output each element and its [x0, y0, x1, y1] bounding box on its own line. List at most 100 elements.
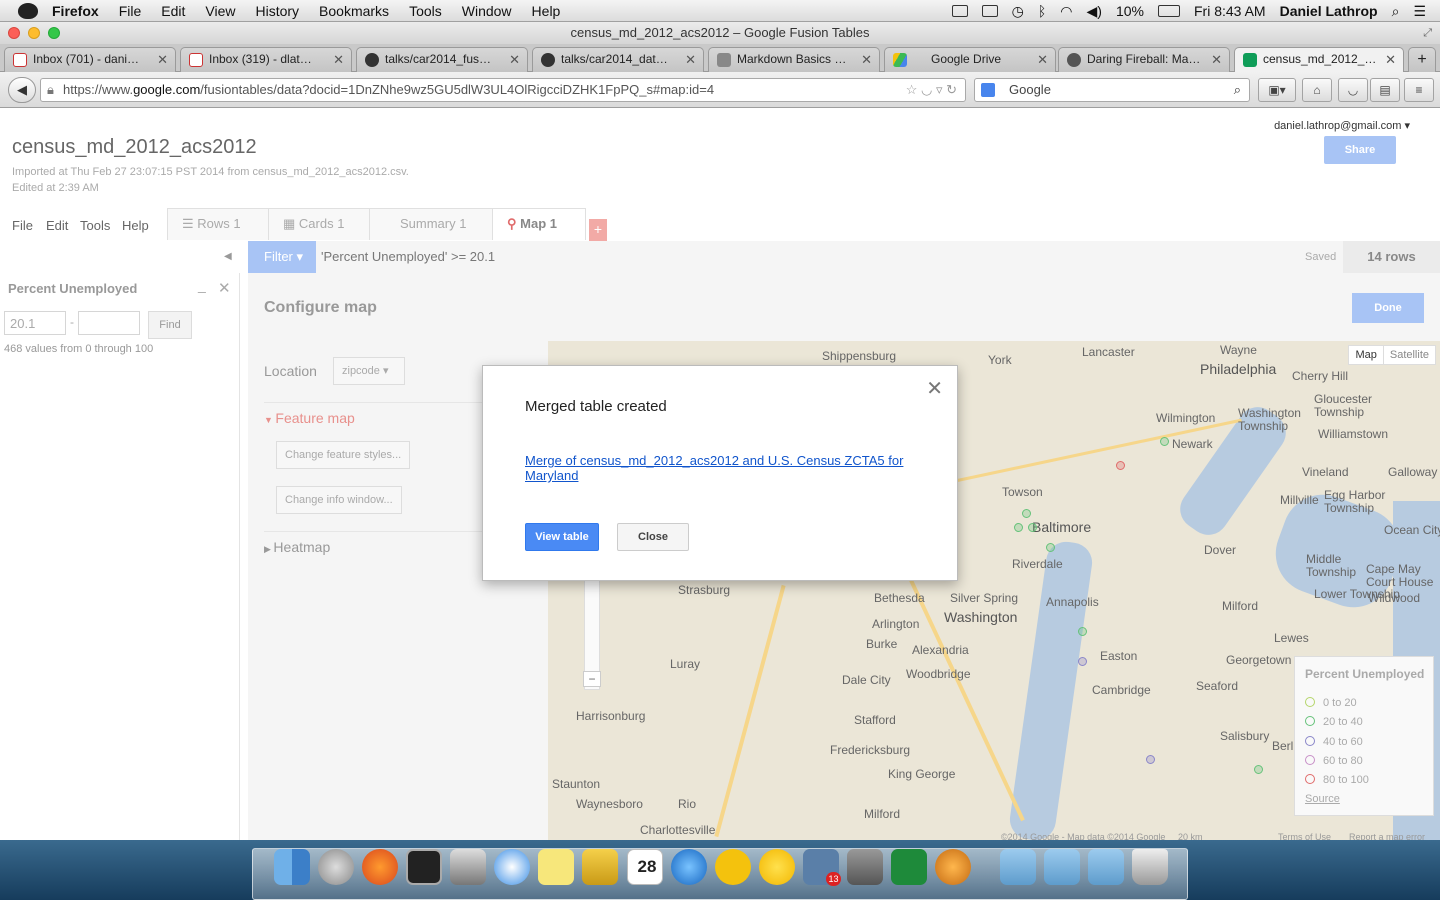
close-icon[interactable]: ✕ [926, 376, 943, 401]
data-point[interactable] [1078, 627, 1087, 636]
add-tab-button[interactable]: + [589, 219, 607, 241]
map-type-map-button[interactable]: Map [1349, 346, 1384, 364]
data-point[interactable] [1022, 509, 1031, 518]
spotlight-icon[interactable]: ⌕ [1392, 3, 1400, 20]
browser-tab-github-2[interactable]: talks/car2014_dat… ✕ [532, 47, 704, 72]
downloads-folder-icon[interactable] [1088, 849, 1124, 885]
minimize-window-icon[interactable] [28, 27, 40, 39]
stickies-icon[interactable] [538, 849, 574, 885]
done-button[interactable]: Done [1352, 293, 1424, 323]
data-point[interactable] [1028, 523, 1037, 532]
bookmarks-menu-icon[interactable]: ▣▾ [1258, 78, 1296, 102]
minimize-icon[interactable]: _ [198, 277, 206, 293]
min-value-input[interactable] [4, 311, 66, 335]
close-button[interactable]: Close [617, 523, 689, 551]
data-point[interactable] [1146, 755, 1155, 764]
tab-cards[interactable]: ▦ Cards 1 [268, 208, 370, 240]
bluetooth-icon[interactable]: ᛒ [1038, 3, 1046, 19]
legend-source-link[interactable]: Source [1305, 793, 1340, 805]
tab-summary[interactable]: Summary 1 [369, 208, 493, 240]
fullscreen-icon[interactable]: ⤢ [1423, 22, 1432, 44]
filter-button[interactable]: Filter ▾ [248, 241, 316, 273]
keychain-icon[interactable] [582, 849, 618, 885]
browser-tab-github-1[interactable]: talks/car2014_fus… ✕ [356, 47, 528, 72]
tab-map[interactable]: ⚲ Map 1 ▾ [492, 208, 586, 261]
report-error-link[interactable]: Report a map error [1349, 832, 1425, 840]
google-search-icon[interactable] [981, 83, 995, 97]
menu-file[interactable]: File [119, 3, 142, 19]
textwrangler-icon[interactable] [715, 849, 751, 885]
battery-percent[interactable]: 10% [1116, 3, 1144, 19]
firefox-icon[interactable] [362, 849, 398, 885]
browser-tab-inbox-1[interactable]: Inbox (701) - dani… ✕ [4, 47, 176, 72]
search-icon[interactable]: ⌕ [1234, 79, 1241, 101]
close-tab-icon[interactable]: ✕ [1385, 48, 1396, 71]
share-button[interactable]: Share [1324, 136, 1396, 164]
app-menu-file[interactable]: File [12, 218, 33, 233]
close-window-icon[interactable] [8, 27, 20, 39]
collapse-panel-icon[interactable]: ◀ [224, 251, 232, 262]
app-store-icon[interactable] [671, 849, 707, 885]
wifi-icon[interactable]: ◠ [1060, 3, 1072, 20]
finder-icon[interactable] [274, 849, 310, 885]
map-type-satellite-button[interactable]: Satellite [1384, 346, 1435, 364]
app-menu-help[interactable]: Help [122, 218, 149, 233]
new-tab-button[interactable]: + [1408, 47, 1436, 72]
close-icon[interactable]: ✕ [218, 279, 231, 297]
cyberduck-icon[interactable] [759, 849, 795, 885]
menu-help[interactable]: Help [532, 3, 561, 19]
back-button[interactable]: ◀ [8, 77, 36, 103]
bookmark-star-icon[interactable]: ☆ ◡ ▿ ↻ [906, 79, 957, 101]
merged-table-link[interactable]: Merge of census_md_2012_acs2012 and U.S.… [525, 453, 915, 483]
url-bar[interactable]: 🔒︎ https://www.google.com/fusiontables/d… [40, 78, 966, 102]
app-menu-edit[interactable]: Edit [46, 218, 68, 233]
zoom-slider[interactable]: − [583, 575, 601, 690]
search-bar[interactable]: Google ⌕ [974, 78, 1250, 102]
browser-tab-inbox-2[interactable]: Inbox (319) - dlat… ✕ [180, 47, 352, 72]
account-menu[interactable]: daniel.lathrop@gmail.com ▾ [1274, 119, 1410, 132]
browser-tab-markdown[interactable]: Markdown Basics … ✕ [708, 47, 880, 72]
apple-icon[interactable] [18, 2, 38, 19]
preview-icon[interactable] [847, 849, 883, 885]
browser-tab-daring-fireball[interactable]: Daring Fireball: Ma… ✕ [1058, 47, 1230, 72]
close-tab-icon[interactable]: ✕ [685, 48, 696, 71]
data-point[interactable] [1046, 543, 1055, 552]
safari-icon[interactable] [494, 849, 530, 885]
clock[interactable]: Fri 8:43 AM [1194, 3, 1266, 19]
data-point[interactable] [1078, 657, 1087, 666]
change-info-window-button[interactable]: Change info window... [276, 486, 402, 514]
find-button[interactable]: Find [148, 311, 192, 339]
menu-app[interactable]: Firefox [52, 3, 99, 19]
trash-icon[interactable] [1132, 849, 1168, 885]
zoom-window-icon[interactable] [48, 27, 60, 39]
data-point[interactable] [1254, 765, 1263, 774]
tab-rows[interactable]: ☰ Rows 1 [167, 208, 269, 240]
data-point[interactable] [1116, 461, 1125, 470]
display-icon[interactable] [951, 5, 968, 17]
time-machine-icon[interactable]: ◷ [1012, 3, 1024, 20]
volume-icon[interactable]: ◀) [1087, 3, 1102, 20]
extension-icon[interactable]: ▤ [1370, 78, 1400, 102]
close-tab-icon[interactable]: ✕ [1037, 48, 1048, 71]
close-tab-icon[interactable]: ✕ [509, 48, 520, 71]
menu-edit[interactable]: Edit [161, 3, 185, 19]
view-table-button[interactable]: View table [525, 523, 599, 551]
menu-history[interactable]: History [255, 3, 299, 19]
browser-tab-fusion-tables[interactable]: census_md_2012_… ✕ [1234, 47, 1404, 73]
launchpad-icon[interactable] [318, 849, 354, 885]
keys-icon[interactable] [935, 849, 971, 885]
terminal-icon[interactable] [406, 849, 442, 885]
data-point[interactable] [1160, 437, 1169, 446]
data-point[interactable] [1014, 523, 1023, 532]
notification-center-icon[interactable]: ☰ [1413, 3, 1426, 20]
close-tab-icon[interactable]: ✕ [861, 48, 872, 71]
close-tab-icon[interactable]: ✕ [1211, 48, 1222, 71]
applications-folder-icon[interactable] [1000, 849, 1036, 885]
browser-tab-drive[interactable]: Google Drive ✕ [884, 47, 1056, 72]
location-select[interactable]: zipcode ▾ [333, 357, 405, 385]
airplay-icon[interactable] [981, 5, 998, 17]
change-feature-styles-button[interactable]: Change feature styles... [276, 441, 411, 469]
menu-tools[interactable]: Tools [409, 3, 442, 19]
menu-view[interactable]: View [205, 3, 235, 19]
heatmap-toggle[interactable]: ▶ Heatmap [264, 539, 330, 555]
